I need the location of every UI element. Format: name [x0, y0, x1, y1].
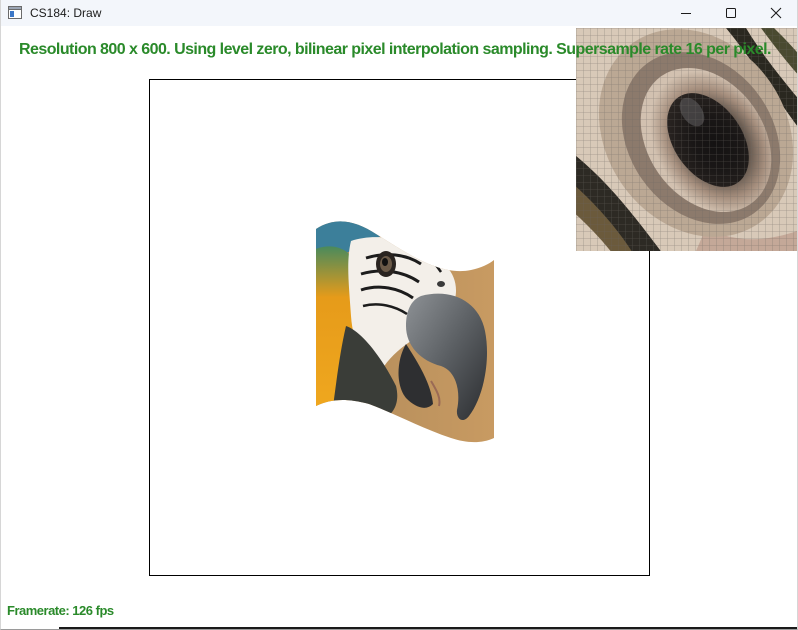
close-icon	[770, 7, 782, 19]
maximize-button[interactable]	[708, 0, 754, 26]
title-bar[interactable]: CS184: Draw	[1, 0, 797, 26]
app-window-icon	[8, 6, 22, 19]
minimize-button[interactable]	[663, 0, 709, 26]
app-window: CS184: Draw Resolution 800 x 600. Using …	[0, 0, 798, 630]
zoom-inspector	[576, 28, 797, 251]
drawing-canvas[interactable]: Resolution 800 x 600. Using level zero, …	[1, 26, 797, 629]
minimize-icon	[681, 13, 691, 14]
framerate-label: Framerate: 126 fps	[7, 603, 114, 618]
status-overlay-text: Resolution 800 x 600. Using level zero, …	[19, 41, 771, 58]
maximize-icon	[726, 8, 736, 18]
close-button[interactable]	[753, 0, 797, 26]
window-title: CS184: Draw	[30, 6, 102, 20]
